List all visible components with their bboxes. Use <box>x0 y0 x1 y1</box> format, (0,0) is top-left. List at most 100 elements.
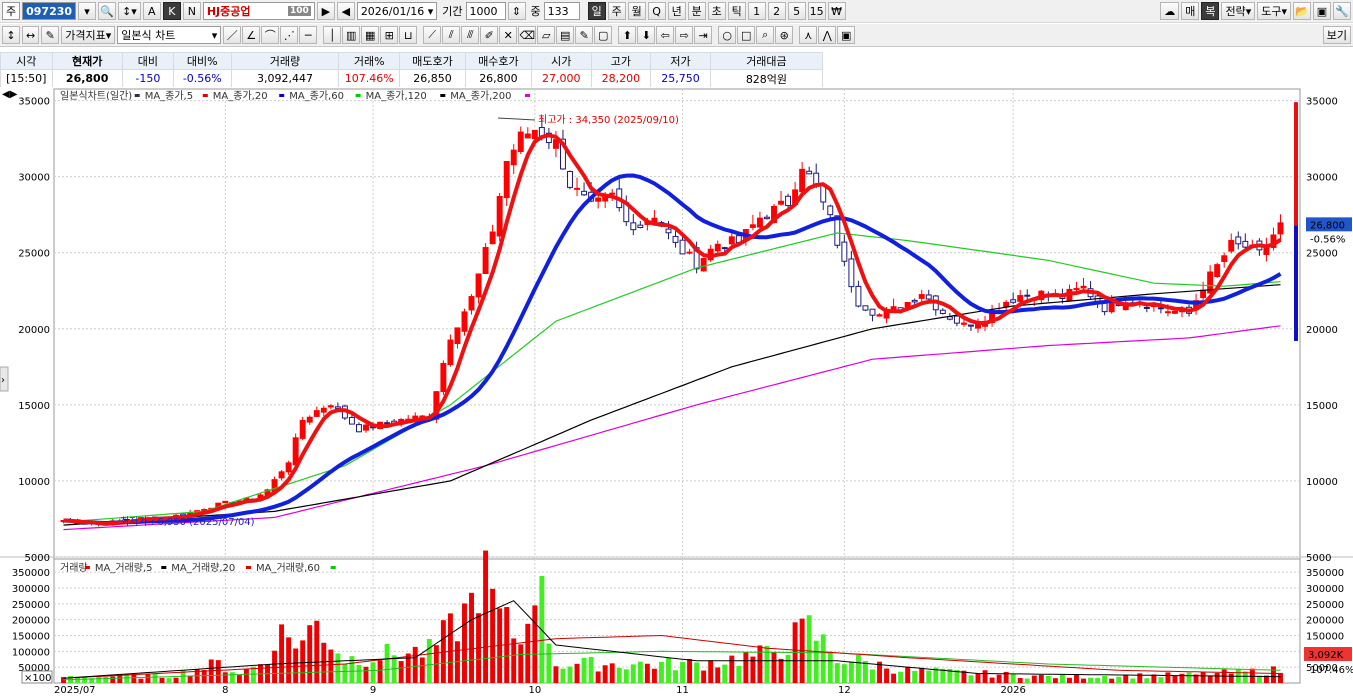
stock-code-input[interactable]: 097230 <box>22 2 77 20</box>
right-btn-0[interactable]: 매 <box>1181 2 1200 20</box>
draw-tool-28-icon[interactable]: ⊛ <box>775 26 794 44</box>
interval-1[interactable]: 주 <box>607 2 626 20</box>
tools-button[interactable]: 도구 ▾ <box>1257 2 1291 20</box>
vol-tick-left: 150000 <box>12 632 50 643</box>
quote-header-0: 시각 <box>0 52 53 70</box>
chart-type-select[interactable]: 일본식 차트 ▾ <box>117 26 222 44</box>
interval-2[interactable]: 월 <box>627 2 646 20</box>
period-input[interactable]: 1000 <box>465 2 506 20</box>
sort-icon[interactable]: ↕▾ <box>118 2 141 20</box>
interval-6[interactable]: 초 <box>707 2 726 20</box>
volume-bar <box>982 670 988 683</box>
indicator-button[interactable]: 가격지표 ▾ <box>61 26 116 44</box>
interval-7[interactable]: 틱 <box>727 2 746 20</box>
draw-tool-22-icon[interactable]: ⇦ <box>656 26 675 44</box>
save-icon[interactable]: ▣ <box>1313 2 1331 20</box>
draw-tool-27-icon[interactable]: ⌕ <box>756 26 775 44</box>
next-arrow-icon[interactable]: ▶ <box>316 2 335 20</box>
draw-tool-6-icon[interactable]: ▥ <box>342 26 361 44</box>
code-dropdown-icon[interactable]: ▾ <box>78 2 97 20</box>
candle-body <box>756 217 763 228</box>
cloud-icon[interactable]: ☁ <box>1160 2 1180 20</box>
candle-body <box>363 424 369 431</box>
candle-body <box>285 462 292 473</box>
draw-tool-20-icon[interactable]: ⬆ <box>618 26 637 44</box>
draw-tool-5-icon[interactable]: │ <box>323 26 342 44</box>
draw-tool-8-icon[interactable]: ⊞ <box>380 26 399 44</box>
vol-tick-right: 250000 <box>1306 600 1344 611</box>
draw-tool-9-icon[interactable]: ⊔ <box>399 26 418 44</box>
draw-tool-12-icon[interactable]: ⫻ <box>461 26 480 44</box>
draw-tool-3-icon[interactable]: ⋰ <box>280 26 299 44</box>
draw-tool-18-icon[interactable]: ✎ <box>575 26 594 44</box>
y-tick-right: 30000 <box>1306 173 1338 184</box>
date-field[interactable]: 2026/01/16 ▾ <box>356 2 438 20</box>
draw-tool-2-icon[interactable]: ⌒ <box>261 26 280 44</box>
draw-tool-29-icon[interactable]: ⋏ <box>799 26 818 44</box>
interval-3[interactable]: Q <box>647 2 666 20</box>
draw-tool-19-icon[interactable]: ▢ <box>594 26 613 44</box>
candle-body <box>1214 264 1221 278</box>
draw-tool-15-icon[interactable]: ⌫ <box>518 26 537 44</box>
edit-icon[interactable]: ✎ <box>41 26 60 44</box>
draw-tool-30-icon[interactable]: ⋀ <box>818 26 837 44</box>
volume-bar <box>1123 674 1129 683</box>
draw-tool-21-icon[interactable]: ⬇ <box>637 26 656 44</box>
volume-bar <box>567 666 573 683</box>
volume-bar <box>525 623 531 683</box>
draw-tool-26-icon[interactable]: □ <box>737 26 756 44</box>
stock-name-field[interactable]: HJ중공업 100 <box>202 2 315 20</box>
draw-tool-24-icon[interactable]: ⇥ <box>694 26 713 44</box>
market-selector[interactable]: 주 <box>2 2 21 20</box>
interval-12[interactable]: ₩ <box>827 2 846 20</box>
draw-tool-14-icon[interactable]: ✕ <box>499 26 518 44</box>
draw-tool-4-icon[interactable]: ─ <box>299 26 318 44</box>
right-btn-1[interactable]: 복 <box>1201 2 1220 20</box>
draw-tool-7-icon[interactable]: ▦ <box>361 26 380 44</box>
interval-8[interactable]: 1 <box>747 2 766 20</box>
prev-arrow-icon[interactable]: ◀ <box>336 2 355 20</box>
volume-bar <box>419 657 425 683</box>
y-tick-right: 20000 <box>1306 325 1338 336</box>
expand-icon[interactable]: ↕ <box>2 26 20 44</box>
draw-tool-25-icon[interactable]: ○ <box>718 26 737 44</box>
mid-input[interactable]: 133 <box>543 2 580 20</box>
volume-bar <box>243 669 249 683</box>
btn-k[interactable]: K <box>162 2 181 20</box>
draw-tool-11-icon[interactable]: ⫽ <box>442 26 461 44</box>
view-button[interactable]: 보기 <box>1322 26 1351 44</box>
interval-5[interactable]: 분 <box>687 2 706 20</box>
candle-body <box>609 192 616 195</box>
stock-chart[interactable]: › ◀▶ 5000 5000 10000 10000 15000 15000 20000 2000… <box>0 87 1353 699</box>
chevron-down-icon: ▾ <box>211 28 218 42</box>
wrench-icon[interactable]: 🔧 <box>1333 2 1351 20</box>
draw-tool-23-icon[interactable]: ⇨ <box>675 26 694 44</box>
interval-0[interactable]: 일 <box>587 2 606 20</box>
volume-bar <box>1095 678 1101 683</box>
interval-4[interactable]: 년 <box>667 2 686 20</box>
search-icon[interactable]: 🔍 <box>98 2 117 20</box>
btn-a[interactable]: A <box>142 2 161 20</box>
draw-tool-1-icon[interactable]: ∠ <box>242 26 261 44</box>
draw-tool-16-icon[interactable]: ▱ <box>537 26 556 44</box>
volume-bar <box>1172 676 1178 683</box>
folder-icon[interactable]: 📂 <box>1293 2 1311 20</box>
interval-9[interactable]: 2 <box>767 2 786 20</box>
volume-legend-swatch-0 <box>84 566 90 569</box>
candle-body <box>1143 306 1150 309</box>
draw-tool-17-icon[interactable]: ▤ <box>556 26 575 44</box>
draw-tool-10-icon[interactable]: ⟋ <box>423 26 442 44</box>
strategy-button[interactable]: 전략 ▾ <box>1221 2 1256 20</box>
interval-11[interactable]: 15 <box>807 2 826 20</box>
candle-body <box>953 315 960 324</box>
period-spin-icon[interactable]: ⇕ <box>507 2 526 20</box>
candle-body <box>686 251 693 254</box>
draw-tool-31-icon[interactable]: ▣ <box>837 26 856 44</box>
candle-body <box>313 410 320 417</box>
interval-10[interactable]: 5 <box>787 2 806 20</box>
quote-header-7: 매수호가 <box>464 52 532 70</box>
move-icon[interactable]: ↔ <box>22 26 40 44</box>
draw-tool-13-icon[interactable]: ✐ <box>480 26 499 44</box>
btn-n[interactable]: N <box>182 2 201 20</box>
draw-tool-0-icon[interactable]: ／ <box>223 26 242 44</box>
